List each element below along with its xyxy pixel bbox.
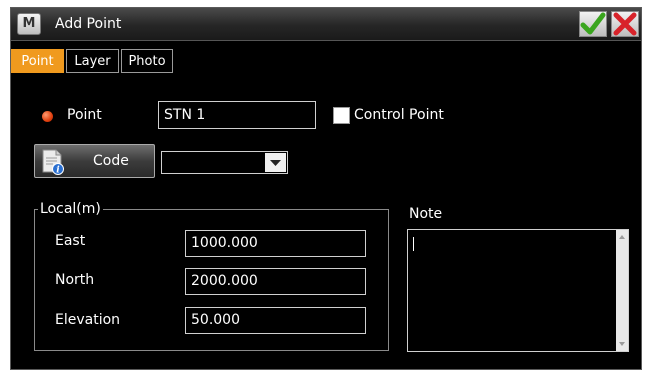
east-label: East xyxy=(55,233,86,249)
local-group-legend: Local(m) xyxy=(38,201,103,217)
code-button-label: Code xyxy=(93,153,129,169)
tab-layer[interactable]: Layer xyxy=(66,49,119,73)
close-icon xyxy=(613,12,637,36)
elevation-field[interactable]: 50.000 xyxy=(185,307,366,334)
cancel-button[interactable] xyxy=(611,11,639,37)
checkmark-icon xyxy=(580,12,606,35)
code-button[interactable]: i Code xyxy=(34,144,155,178)
title-bar: M Add Point xyxy=(11,8,641,41)
tab-photo[interactable]: Photo xyxy=(121,49,173,73)
note-scrollbar[interactable] xyxy=(616,230,628,351)
point-name-field[interactable]: STN 1 xyxy=(158,101,316,129)
code-dropdown-value xyxy=(162,156,166,171)
text-caret xyxy=(413,237,414,251)
ok-button[interactable] xyxy=(579,11,607,37)
add-point-window: M Add Point Point Layer Photo Point STN … xyxy=(10,7,642,370)
code-document-info-icon: i xyxy=(42,149,64,176)
north-label: North xyxy=(55,272,95,288)
app-menu-icon[interactable]: M xyxy=(17,13,41,35)
scroll-down-icon[interactable] xyxy=(619,342,625,346)
tab-point[interactable]: Point xyxy=(11,49,64,73)
east-field[interactable]: 1000.000 xyxy=(185,230,366,257)
svg-text:i: i xyxy=(56,166,60,176)
north-field[interactable]: 2000.000 xyxy=(185,268,366,295)
control-point-label: Control Point xyxy=(354,107,444,123)
note-textarea[interactable] xyxy=(407,229,629,352)
point-status-icon xyxy=(42,111,53,122)
point-label: Point xyxy=(67,107,102,123)
code-dropdown[interactable] xyxy=(161,151,288,174)
chevron-down-icon[interactable] xyxy=(265,153,286,172)
control-point-checkbox[interactable] xyxy=(333,107,350,124)
window-title: Add Point xyxy=(55,16,122,32)
scroll-up-icon[interactable] xyxy=(619,235,625,239)
elevation-label: Elevation xyxy=(55,312,121,328)
note-label: Note xyxy=(409,206,443,222)
